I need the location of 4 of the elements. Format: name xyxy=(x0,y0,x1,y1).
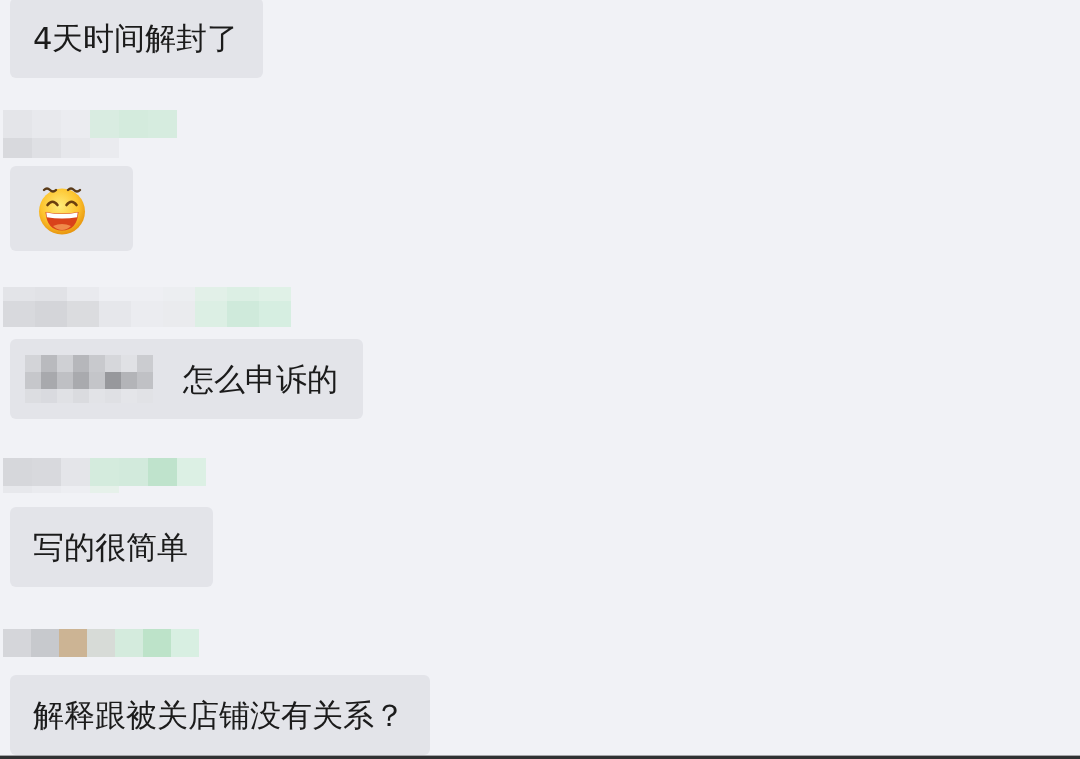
message-text: 怎么申诉的 xyxy=(183,360,338,398)
message-text: 解释跟被关店铺没有关系？ xyxy=(33,696,405,734)
message-text: 4天时间解封了 xyxy=(33,19,239,57)
message-text: 写的很简单 xyxy=(33,528,188,566)
